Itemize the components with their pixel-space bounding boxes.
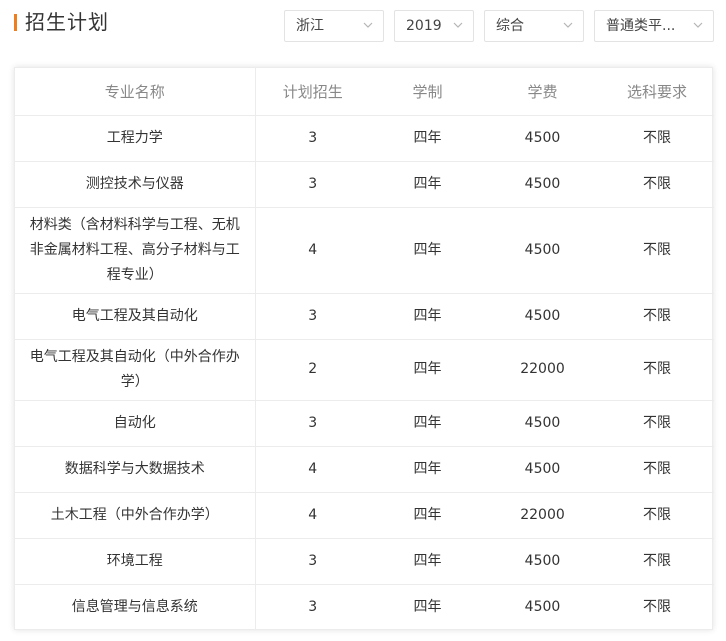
- page-title: 招生计划: [25, 10, 109, 34]
- plan-count: 4: [255, 492, 370, 539]
- duration: 四年: [413, 598, 442, 615]
- duration: 四年: [370, 492, 485, 539]
- plan-count: 3: [255, 115, 370, 162]
- major-name: 数据科学与大数据技术: [15, 446, 256, 493]
- subject-requirement: 不限: [600, 293, 714, 340]
- year-select-value: 2019: [406, 18, 442, 34]
- major-name: 测控技术与仪器: [15, 161, 256, 208]
- major-name: 环境工程: [15, 538, 256, 585]
- table-row: 环境工程 3 四年 4500 不限: [15, 538, 714, 585]
- table-row: 电气工程及其自动化 3 四年 4500 不限: [15, 293, 714, 340]
- province-select-value: 浙江: [296, 18, 324, 34]
- table-row: 土木工程（中外合作办学） 4 四年 22000 不限: [15, 492, 714, 539]
- major-name: 电气工程及其自动化: [15, 293, 256, 340]
- duration: 四年: [370, 115, 485, 162]
- duration: 四年: [370, 538, 485, 585]
- table-row: 测控技术与仪器 3 四年 4500 不限: [15, 161, 714, 208]
- duration: 四年: [370, 293, 485, 340]
- tuition-fee: 4500: [485, 538, 600, 585]
- plan-count: 4: [255, 446, 370, 493]
- major-name: 工程力学: [15, 115, 256, 162]
- plan-count: 3: [255, 293, 370, 340]
- plan-count: 3: [308, 598, 318, 615]
- tuition-fee: 4500: [485, 207, 600, 294]
- table-row: 材料类（含材料科学与工程、无机非金属材料工程、高分子材料与工程专业） 4 四年 …: [15, 207, 714, 294]
- tuition-fee: 4500: [485, 115, 600, 162]
- tuition-fee: 4500: [485, 293, 600, 340]
- major-name: 材料类（含材料科学与工程、无机非金属材料工程、高分子材料与工程专业）: [15, 207, 256, 294]
- subject-requirement: 不限: [600, 446, 714, 493]
- chevron-down-icon: [693, 21, 703, 29]
- tuition-fee: 4500: [485, 161, 600, 208]
- table-header-row: 专业名称 计划招生 学制 学费 选科要求: [15, 68, 714, 116]
- duration: 四年: [370, 161, 485, 208]
- enrollment-plan-table: 专业名称 计划招生 学制 学费 选科要求 工程力学 3 四年 4500 不限 测…: [14, 67, 714, 630]
- batch-select-value: 普通类平...: [606, 18, 676, 34]
- plan-count: 3: [255, 161, 370, 208]
- column-header-major: 专业名称: [15, 68, 256, 116]
- tuition-fee: 22000: [485, 492, 600, 539]
- major-name: 信息管理与信息系统: [15, 584, 256, 630]
- subject-requirement: 不限: [600, 492, 714, 539]
- title-accent-bar: [14, 14, 17, 31]
- plan-count: 3: [255, 400, 370, 447]
- column-header-plan: 计划招生: [255, 68, 370, 116]
- chevron-down-icon: [563, 21, 573, 29]
- subject-requirement: 不限: [600, 115, 714, 162]
- tuition-fee: 4500: [485, 400, 600, 447]
- plan-table: 专业名称 计划招生 学制 学费 选科要求 工程力学 3 四年 4500 不限 测…: [15, 68, 714, 630]
- major-name: 自动化: [15, 400, 256, 447]
- major-name: 电气工程及其自动化（中外合作办学）: [15, 339, 256, 401]
- duration: 四年: [370, 339, 485, 401]
- page-header: 招生计划 浙江 2019 综合 普通类平...: [0, 0, 726, 46]
- chevron-down-icon: [363, 21, 373, 29]
- subject-requirement: 不限: [600, 538, 714, 585]
- table-row: 数据科学与大数据技术 4 四年 4500 不限: [15, 446, 714, 493]
- duration: 四年: [370, 446, 485, 493]
- column-header-duration: 学制: [370, 68, 485, 116]
- tuition-fee: 4500: [485, 446, 600, 493]
- subject-requirement: 不限: [600, 207, 714, 294]
- column-header-requirement: 选科要求: [600, 68, 714, 116]
- plan-count: 2: [255, 339, 370, 401]
- table-row: 信息管理与信息系统 3 四年 4500 不限: [15, 584, 714, 630]
- year-select[interactable]: 2019: [394, 10, 474, 42]
- table-row: 自动化 3 四年 4500 不限: [15, 400, 714, 447]
- major-name: 土木工程（中外合作办学）: [15, 492, 256, 539]
- column-header-fee: 学费: [485, 68, 600, 116]
- table-row: 电气工程及其自动化（中外合作办学） 2 四年 22000 不限: [15, 339, 714, 401]
- duration: 四年: [370, 400, 485, 447]
- province-select[interactable]: 浙江: [284, 10, 384, 42]
- batch-select[interactable]: 普通类平...: [594, 10, 714, 42]
- duration: 四年: [370, 207, 485, 294]
- subject-requirement: 不限: [600, 400, 714, 447]
- subject-requirement: 不限: [643, 598, 671, 615]
- tuition-fee: 4500: [524, 598, 561, 615]
- chevron-down-icon: [453, 21, 463, 29]
- subject-requirement: 不限: [600, 339, 714, 401]
- category-select[interactable]: 综合: [484, 10, 584, 42]
- table-row: 工程力学 3 四年 4500 不限: [15, 115, 714, 162]
- category-select-value: 综合: [496, 18, 524, 34]
- plan-count: 4: [255, 207, 370, 294]
- subject-requirement: 不限: [600, 161, 714, 208]
- plan-count: 3: [255, 538, 370, 585]
- tuition-fee: 22000: [485, 339, 600, 401]
